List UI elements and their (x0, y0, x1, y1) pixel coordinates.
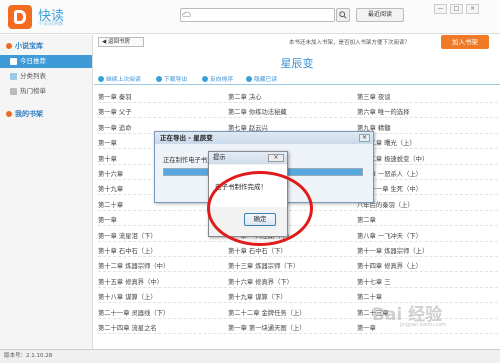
search-input[interactable] (180, 8, 335, 22)
chapter-row: 第一章 秦羽 第二章 决心 第三章 夜谈 (98, 91, 498, 103)
play-icon (98, 76, 104, 82)
chapter-link[interactable]: 第十九章 (98, 184, 123, 193)
chapter-link[interactable]: 第一章 流星泪（下） (98, 231, 157, 240)
highlight-annotation (207, 171, 313, 246)
chapter-link[interactable]: 第十九章 谋算（下） (228, 292, 287, 301)
chapter-link[interactable]: 第一章 (98, 215, 117, 224)
app-subtitle: 小说阅读器 (38, 21, 64, 27)
chapter-link[interactable]: 第二章 你练功法秘藏 (228, 107, 287, 116)
back-button[interactable]: ◀ 返回书房 (98, 37, 144, 47)
export-dialog-title: 正在导出 - 星辰变 (155, 132, 373, 144)
shelf-notice: 本书还未加入书架，是否加入书架方便下次阅读？ (289, 40, 411, 46)
chapter-row: 第十五章 修真界（中） 第十六章 修真界（下） 第十七章 三 (98, 276, 498, 288)
sidebar-item-hot[interactable]: 热门榜单 (0, 85, 92, 98)
book-toolbar: 继续上次阅读 下载导出 反向排序 隐藏已读 (94, 73, 500, 85)
chapter-link[interactable]: 第二章 (357, 215, 376, 224)
maximize-button[interactable]: □ (450, 4, 463, 14)
eye-icon (246, 76, 252, 82)
chapter-link[interactable]: 第十七章 三 (357, 277, 391, 286)
chapter-link[interactable]: 第一章 追命 (98, 123, 132, 132)
chapter-link[interactable]: 第二十一章 灵器线（下） (98, 308, 169, 317)
thumbs-up-icon (10, 58, 17, 65)
export-close-button[interactable]: × (359, 134, 370, 142)
chapter-link[interactable]: 第一章 秦羽 (98, 92, 132, 101)
window-controls: — □ × (434, 4, 496, 16)
chapter-link[interactable]: 第三章 夜谈 (357, 92, 391, 101)
chapter-link[interactable]: 第二十二章 金牌任务（上） (228, 308, 306, 317)
sidebar-item-recommend[interactable]: 今日推荐 (0, 55, 92, 68)
chapter-link[interactable]: 第十四章 修真界（上） (357, 261, 422, 270)
search-icon (339, 11, 347, 19)
close-button[interactable]: × (466, 4, 479, 14)
sidebar-shelf-title[interactable]: 我的书架 (6, 109, 43, 119)
watermark-url: jingyan.baidu.com (400, 322, 447, 328)
chapter-link[interactable]: 第一章 父子 (98, 107, 132, 116)
download-icon (156, 76, 162, 82)
chapter-link[interactable]: 第八章 一飞冲天（下） (357, 231, 422, 240)
chapter-link[interactable]: 第二章 决心 (228, 92, 262, 101)
chapter-link[interactable]: 第十六章 (98, 169, 123, 178)
list-icon (10, 73, 17, 80)
title-bar: 快读 小说阅读器 最近阅读 — □ × (0, 0, 500, 34)
chapter-link[interactable]: 第二十章 (98, 200, 123, 209)
chapter-link[interactable]: 第十八章 谋算（上） (98, 292, 157, 301)
chapter-row: 第一章 父子 第二章 你练功法秘藏 第六章 唯一的选择 (98, 106, 498, 119)
cloud-icon (182, 11, 191, 17)
sidebar: 小说宝库 今日推荐 分类列表 热门榜单 我的书架 (0, 35, 93, 349)
chapter-row: 第十二章 炼器宗师（中） 第十三章 炼器宗师（下） 第十四章 修真界（上） (98, 260, 498, 273)
chapter-link[interactable]: 第十章 石中石（上） (98, 246, 157, 255)
chapter-link[interactable]: 第十五章 修真界（中） (98, 277, 163, 286)
chapter-row: 第十章 石中石（上） 第十章 石中石（下） 第十一章 炼器宗师（上） (98, 245, 498, 257)
chapter-link[interactable]: 第十一章 炼器宗师（上） (357, 246, 428, 255)
app-logo-icon (8, 5, 32, 29)
bookshelf-icon (6, 111, 12, 117)
continue-reading-button[interactable]: 继续上次阅读 (98, 74, 141, 83)
search-button[interactable] (336, 8, 350, 22)
chapter-link[interactable]: 第一章 第一块通天图（上） (228, 323, 306, 332)
chapter-link[interactable]: 第十二章 炼器宗师（中） (98, 261, 169, 270)
add-to-shelf-button[interactable]: 加入书架 (441, 35, 489, 49)
chapter-link[interactable]: 第十章 (98, 154, 117, 163)
reverse-sort-button[interactable]: 反向排序 (202, 74, 233, 83)
recent-reading-button[interactable]: 最近阅读 (356, 8, 404, 22)
library-icon (6, 43, 12, 49)
prompt-close-button[interactable]: × (268, 154, 284, 162)
status-bar: 版本号：2.1.10.28 (0, 349, 500, 363)
sidebar-item-categories[interactable]: 分类列表 (0, 70, 92, 83)
minimize-button[interactable]: — (434, 4, 447, 14)
chart-icon (10, 88, 17, 95)
hide-read-button[interactable]: 隐藏已读 (246, 74, 277, 83)
chapter-link[interactable]: 第一章 (98, 138, 117, 147)
chapter-link[interactable]: 第十六章 修真界（下） (228, 277, 293, 286)
sort-icon (202, 76, 208, 82)
chapter-link[interactable]: 第二十四章 流星之名 (98, 323, 157, 332)
chapter-link[interactable]: 第十三章 炼器宗师（下） (228, 261, 299, 270)
download-export-button[interactable]: 下载导出 (156, 74, 187, 83)
book-title: 星辰变 (280, 57, 314, 70)
sidebar-library-title: 小说宝库 (6, 41, 43, 51)
chapter-link[interactable]: 第六章 唯一的选择 (357, 107, 409, 116)
chapter-link[interactable]: 第十章 石中石（下） (228, 246, 287, 255)
